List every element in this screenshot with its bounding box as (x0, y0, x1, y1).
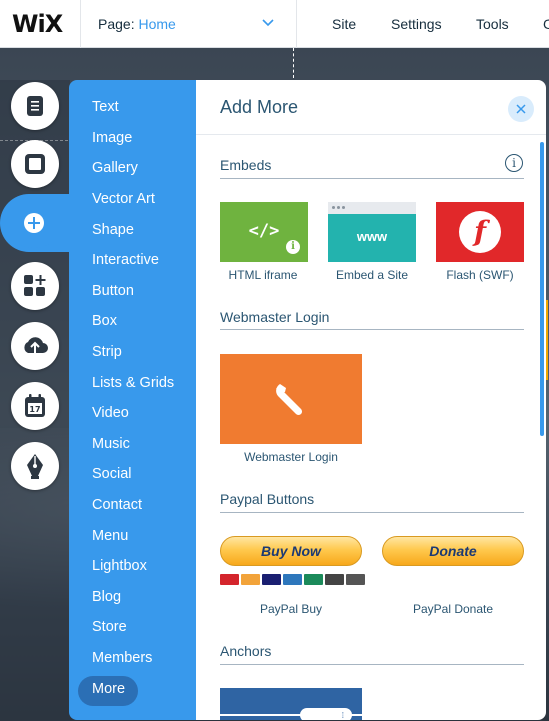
visa-icon (262, 574, 281, 585)
anchor-handle-icon: ⁞ (300, 708, 352, 720)
rail-blog-button[interactable] (11, 442, 59, 490)
category-more-label: More (92, 681, 126, 697)
jcb-icon (304, 574, 323, 585)
html-iframe-tile[interactable]: </> i (220, 202, 308, 262)
rail-app-market-button[interactable] (11, 262, 59, 310)
add-more-panel: Add More Embeds i </> i HTML iframe www … (196, 80, 546, 720)
discover-icon (325, 574, 344, 585)
category-interactive[interactable]: Interactive (92, 250, 159, 270)
flash-label: Flash (SWF) (446, 268, 514, 282)
info-icon[interactable]: i (505, 154, 523, 172)
section-title-paypal: Paypal Buttons (220, 491, 315, 507)
rail-add-button[interactable] (6, 198, 62, 248)
rail-upload-button[interactable] (11, 322, 59, 370)
canvas-guide-vertical (293, 48, 294, 78)
page-dropdown[interactable]: Page: Home (80, 0, 297, 48)
category-image[interactable]: Image (92, 128, 132, 148)
category-members[interactable]: Members (92, 648, 152, 668)
add-category-menu: Text Image Gallery Vector Art Shape Inte… (69, 80, 196, 720)
cloud-upload-icon (24, 337, 48, 355)
section-title-embeds: Embeds (220, 157, 272, 173)
section-title-webmaster: Webmaster Login (220, 309, 330, 325)
webmaster-login-tile[interactable] (220, 354, 362, 444)
paypal-buy-label: PayPal Buy (259, 602, 323, 616)
html-iframe-label: HTML iframe (228, 268, 298, 282)
embed-site-tile[interactable]: www (328, 202, 416, 262)
embed-site-label: Embed a Site (335, 268, 409, 282)
panel-title: Add More (220, 97, 299, 117)
section-divider (220, 664, 524, 665)
panel-close-button[interactable] (508, 96, 534, 122)
flash-tile[interactable]: f (436, 202, 524, 262)
add-icon (24, 213, 44, 233)
app-market-icon (24, 275, 46, 296)
current-page-name: Home (138, 16, 176, 32)
category-social[interactable]: Social (92, 464, 132, 484)
wix-logo[interactable]: WiX (12, 10, 63, 38)
category-more[interactable]: More (78, 676, 138, 706)
page-dropdown-label: Page: Home (98, 16, 176, 32)
category-blog[interactable]: Blog (92, 587, 121, 607)
category-music[interactable]: Music (92, 434, 130, 454)
svg-text:17: 17 (29, 405, 40, 414)
rail-pages-button[interactable] (11, 82, 59, 130)
category-lightbox[interactable]: Lightbox (92, 556, 147, 576)
category-vector-art[interactable]: Vector Art (92, 189, 155, 209)
paypal-donate-label: PayPal Donate (412, 602, 494, 616)
www-icon: www (356, 229, 388, 244)
paypal-buy-now-button[interactable]: Buy Now (220, 536, 362, 566)
category-button[interactable]: Button (92, 281, 134, 301)
close-icon (516, 104, 526, 114)
webmaster-login-label: Webmaster Login (244, 450, 338, 464)
category-shape[interactable]: Shape (92, 220, 134, 240)
section-title-anchors: Anchors (220, 643, 272, 659)
section-divider (220, 512, 524, 513)
mastercard-icon (220, 574, 239, 585)
calendar-icon: 17 (25, 394, 45, 417)
bank-icon (346, 574, 365, 585)
category-store[interactable]: Store (92, 617, 127, 637)
amex-icon (283, 574, 302, 585)
panel-scrollbar[interactable] (540, 142, 544, 436)
credit-card-icons (220, 574, 365, 586)
category-lists-grids[interactable]: Lists & Grids (92, 373, 174, 393)
category-box[interactable]: Box (92, 311, 117, 331)
background-icon (25, 154, 45, 174)
rail-background-button[interactable] (11, 140, 59, 188)
anchor-tile[interactable]: ⁞ (220, 688, 362, 720)
pen-nib-icon (27, 454, 43, 479)
category-strip[interactable]: Strip (92, 342, 122, 362)
nav-settings[interactable]: Settings (391, 16, 442, 32)
maestro-icon (241, 574, 260, 585)
category-gallery[interactable]: Gallery (92, 158, 138, 178)
section-divider (220, 329, 524, 330)
rail-bookings-button[interactable]: 17 (11, 382, 59, 430)
panel-header-divider (196, 134, 546, 135)
page-label-text: Page: (98, 16, 135, 32)
nav-tools[interactable]: Tools (476, 16, 509, 32)
pages-icon (27, 96, 43, 116)
wrench-icon (276, 384, 303, 416)
flash-glyph: f (473, 215, 487, 248)
category-text[interactable]: Text (92, 97, 119, 117)
nav-site[interactable]: Site (332, 16, 356, 32)
section-divider (220, 178, 524, 179)
category-contact[interactable]: Contact (92, 495, 142, 515)
category-menu[interactable]: Menu (92, 526, 128, 546)
top-bar: WiX Page: Home Site Settings Tools C (0, 0, 549, 48)
flash-icon: f (459, 211, 501, 253)
browser-bar-icon (328, 202, 416, 214)
code-icon: </> (248, 221, 280, 241)
category-video[interactable]: Video (92, 403, 129, 423)
canvas-selection-edge (546, 300, 548, 380)
nav-next-item[interactable]: C (543, 16, 549, 32)
chevron-down-icon (262, 19, 274, 27)
info-badge-icon: i (286, 240, 300, 254)
paypal-donate-button[interactable]: Donate (382, 536, 524, 566)
